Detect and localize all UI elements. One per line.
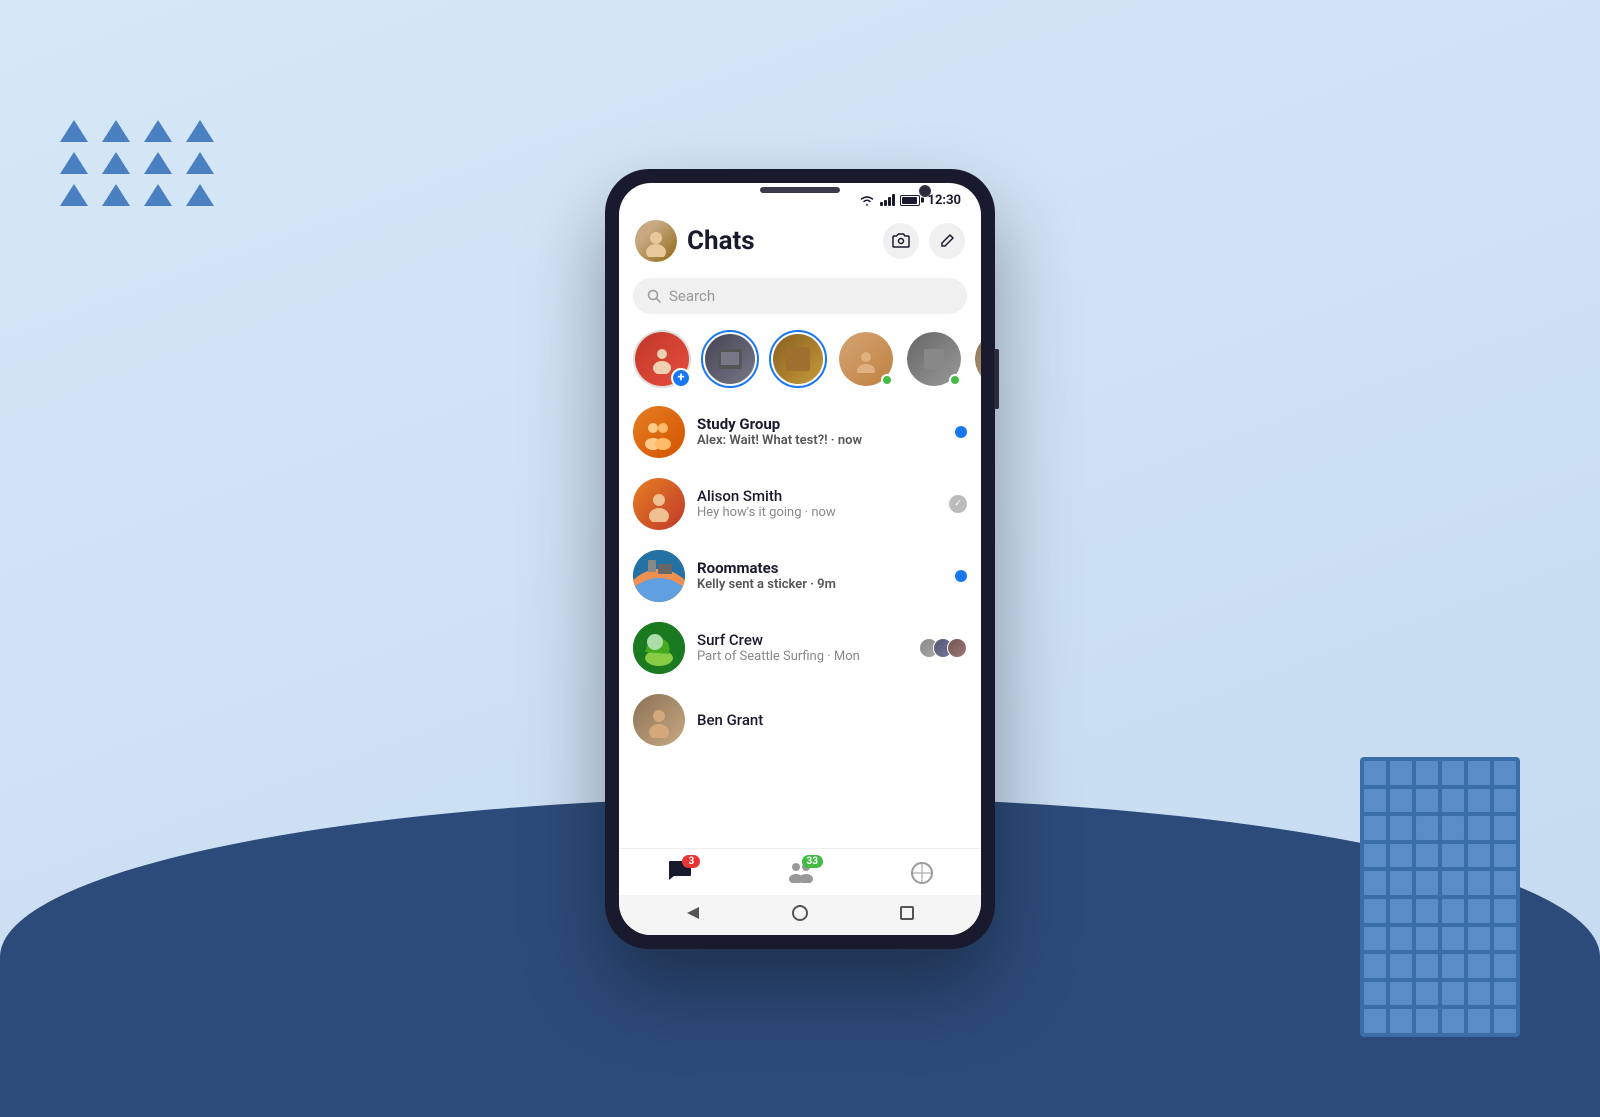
tab-discover[interactable] [910,861,934,885]
chat-name-ben-grant: Ben Grant [697,711,967,729]
chat-tab-badge: 3 [682,855,700,868]
phone-speaker [760,187,840,193]
discover-tab-icon [910,861,934,885]
edit-icon [939,233,955,249]
status-time: 12:30 [928,193,962,208]
unread-indicator [955,426,967,438]
status-icons: 12:30 [859,193,962,208]
story-item-1[interactable] [701,330,759,388]
story-item-2[interactable] [769,330,827,388]
chat-item-study-group[interactable]: Study Group Alex: Wait! What test?! · no… [619,396,981,468]
story-add[interactable]: + [633,330,691,388]
header-title: Chats [687,226,873,256]
chat-meta-surf-crew [919,638,967,658]
chat-info-surf-crew: Surf Crew Part of Seattle Surfing · Mon [697,631,907,664]
group-avatar-stack [919,638,967,658]
battery-icon [900,195,920,206]
search-bar[interactable]: Search [633,278,967,314]
android-home-button[interactable] [790,903,810,923]
story-item-4[interactable] [905,330,963,388]
people-tab-badge: 33 [802,855,823,868]
chat-info-roommates: Roommates Kelly sent a sticker · 9m [697,559,943,592]
chat-avatar-alison-smith [633,478,685,530]
chat-preview-study-group: Alex: Wait! What test?! · now [697,433,943,448]
bottom-tabs: 3 33 [619,848,981,895]
signal-icon [880,194,895,206]
stories-row: + [619,322,981,396]
compose-button[interactable] [929,223,965,259]
app-header: Chats [619,212,981,270]
chat-preview-surf-crew: Part of Seattle Surfing · Mon [697,649,907,664]
read-receipt: ✓ [949,495,967,513]
phone-screen: 12:30 Chats [619,183,981,935]
story-online-indicator-2 [949,374,961,386]
chat-item-alison-smith[interactable]: Alison Smith Hey how's it going · now ✓ [619,468,981,540]
story-item-3[interactable] [837,330,895,388]
android-back-button[interactable] [683,903,703,923]
phone-side-button [994,349,999,409]
chat-avatar-roommates [633,550,685,602]
phone: 12:30 Chats [605,169,995,949]
story-item-5[interactable] [973,330,981,388]
chat-meta-roommates [955,570,967,582]
tab-chats[interactable]: 3 [666,859,692,887]
chat-avatar-ben-grant [633,694,685,746]
chat-item-ben-grant[interactable]: Ben Grant [619,684,981,756]
chat-meta-study-group [955,426,967,438]
chat-avatar-study-group [633,406,685,458]
chat-name-surf-crew: Surf Crew [697,631,907,649]
chat-name-study-group: Study Group [697,415,943,433]
tab-people[interactable]: 33 [787,859,815,887]
chat-avatar-surf-crew [633,622,685,674]
wifi-icon [859,194,875,206]
chat-info-alison-smith: Alison Smith Hey how's it going · now [697,487,937,520]
chat-preview-alison-smith: Hey how's it going · now [697,505,937,520]
bg-building [1360,757,1520,1037]
camera-icon [892,233,910,249]
chat-name-roommates: Roommates [697,559,943,577]
search-placeholder[interactable]: Search [669,287,715,305]
chat-item-roommates[interactable]: Roommates Kelly sent a sticker · 9m [619,540,981,612]
bg-triangles [60,120,214,216]
camera-button[interactable] [883,223,919,259]
chat-list: Study Group Alex: Wait! What test?! · no… [619,396,981,848]
story-online-indicator [881,374,893,386]
chat-name-alison-smith: Alison Smith [697,487,937,505]
story-add-button[interactable]: + [671,368,691,388]
search-icon [647,289,661,303]
chat-preview-roommates: Kelly sent a sticker · 9m [697,577,943,592]
phone-camera [919,185,931,197]
android-nav [619,895,981,935]
chat-item-surf-crew[interactable]: Surf Crew Part of Seattle Surfing · Mon [619,612,981,684]
android-recents-button[interactable] [897,903,917,923]
unread-indicator-roommates [955,570,967,582]
user-avatar[interactable] [635,220,677,262]
chat-info-ben-grant: Ben Grant [697,711,967,729]
chat-info-study-group: Study Group Alex: Wait! What test?! · no… [697,415,943,448]
chat-meta-alison-smith: ✓ [949,495,967,513]
